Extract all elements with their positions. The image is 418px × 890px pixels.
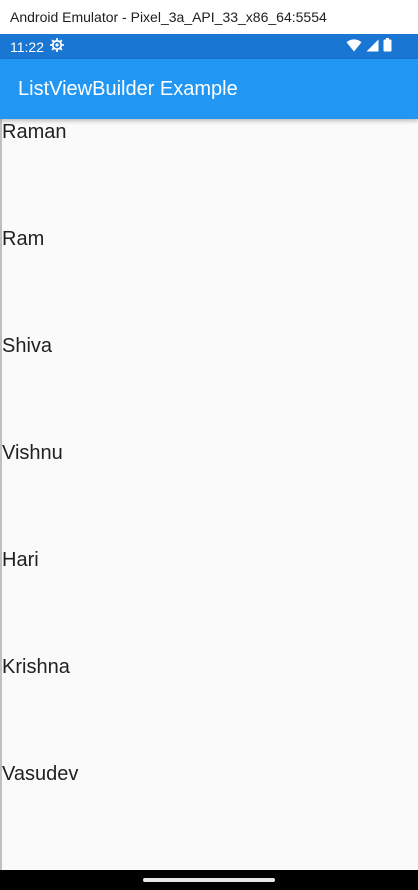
- list-item[interactable]: Vishnu: [2, 440, 63, 466]
- list-item[interactable]: Vasudev: [2, 761, 78, 787]
- battery-icon: [383, 38, 392, 55]
- name-list[interactable]: Raman Ram Shiva Vishnu Hari Krishna Vasu…: [0, 119, 418, 870]
- settings-gear-icon: [49, 37, 65, 55]
- list-item[interactable]: Krishna: [2, 654, 70, 680]
- window-titlebar[interactable]: Android Emulator - Pixel_3a_API_33_x86_6…: [0, 0, 418, 34]
- list-item[interactable]: Raman: [2, 119, 66, 145]
- app-bar: ListViewBuilder Example: [0, 59, 418, 119]
- emulator-window: Android Emulator - Pixel_3a_API_33_x86_6…: [0, 0, 418, 890]
- home-gesture-handle[interactable]: [143, 878, 275, 882]
- cellular-signal-icon: [366, 39, 379, 55]
- list-item[interactable]: Shiva: [2, 333, 52, 359]
- window-title: Android Emulator - Pixel_3a_API_33_x86_6…: [10, 9, 327, 25]
- list-item[interactable]: Hari: [2, 547, 39, 573]
- wifi-icon: [346, 38, 362, 55]
- list-item[interactable]: Ram: [2, 226, 44, 252]
- app-bar-title: ListViewBuilder Example: [18, 77, 238, 100]
- android-status-bar: 11:22: [0, 34, 418, 59]
- gesture-nav-bar: [0, 870, 418, 890]
- status-time: 11:22: [10, 38, 44, 55]
- window-left-border: [0, 119, 2, 870]
